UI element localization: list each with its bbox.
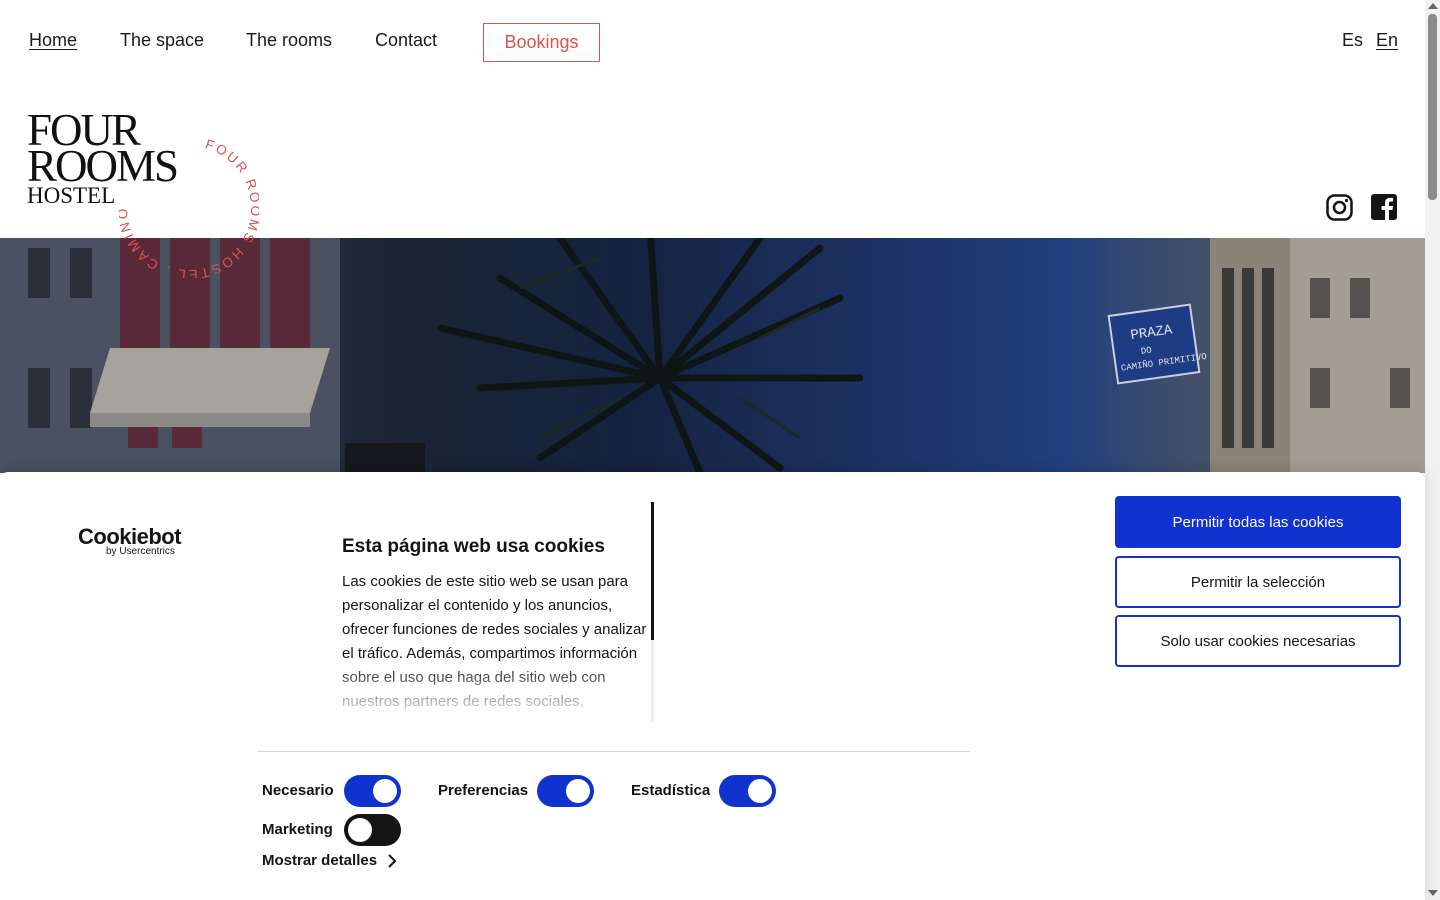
toggle-label-estadistica: Estadística <box>631 782 711 799</box>
cookie-text-scrollbar[interactable] <box>651 502 654 722</box>
nav-the-space[interactable]: The space <box>120 30 204 51</box>
cookie-consent-banner: Cookiebot by Usercentrics Esta página we… <box>0 472 1425 900</box>
logo-stamp-text: FOUR ROOMS HOSTEL . CAMINO PRIMITIVO <box>119 138 259 278</box>
svg-text:FOUR ROOMS HOSTEL . CAMINO PRI: FOUR ROOMS HOSTEL . CAMINO PRIMITIVO <box>119 138 259 278</box>
cookie-text-scroll-thumb[interactable] <box>651 502 654 640</box>
scroll-up-icon[interactable] <box>1428 3 1438 9</box>
toggle-label-necesario: Necesario <box>262 782 334 799</box>
bookings-button[interactable]: Bookings <box>483 23 600 62</box>
language-es[interactable]: Es <box>1342 30 1363 51</box>
nav-the-rooms[interactable]: The rooms <box>246 30 332 51</box>
cookie-body-fade <box>342 662 647 722</box>
toggle-necesario[interactable] <box>344 775 401 807</box>
cookie-divider <box>257 751 970 752</box>
show-details-label: Mostrar detalles <box>262 852 378 869</box>
cookiebot-logo: Cookiebot by Usercentrics <box>78 524 182 557</box>
site-logo[interactable]: FOUR ROOMS HOSTEL FOUR ROOMS HOSTEL . CA… <box>27 108 267 282</box>
toggle-preferencias[interactable] <box>537 775 594 807</box>
page-scrollbar[interactable] <box>1425 0 1440 900</box>
scroll-down-icon[interactable] <box>1428 890 1438 896</box>
main-nav: Home The space The rooms Contact Booking… <box>0 0 1425 84</box>
nav-contact[interactable]: Contact <box>375 30 437 51</box>
language-en[interactable]: En <box>1376 30 1398 51</box>
toggle-label-preferencias: Preferencias <box>438 782 529 799</box>
svg-text:DO: DO <box>1140 345 1152 356</box>
cookiebot-brand-sub: by Usercentrics <box>106 546 175 557</box>
allow-selection-button[interactable]: Permitir la selección <box>1115 556 1401 608</box>
toggle-marketing[interactable] <box>344 814 401 846</box>
show-details-link[interactable]: Mostrar detalles <box>262 852 397 869</box>
instagram-icon[interactable] <box>1326 194 1353 221</box>
necessary-only-button[interactable]: Solo usar cookies necesarias <box>1115 615 1401 667</box>
cookie-title: Esta página web usa cookies <box>342 536 605 557</box>
nav-home[interactable]: Home <box>29 30 77 51</box>
scrollbar-thumb[interactable] <box>1428 14 1437 200</box>
chevron-right-icon <box>388 853 397 868</box>
toggle-label-marketing: Marketing <box>262 821 333 838</box>
toggle-estadistica[interactable] <box>719 775 776 807</box>
allow-all-cookies-button[interactable]: Permitir todas las cookies <box>1115 496 1401 548</box>
logo-stamp-circle: FOUR ROOMS HOSTEL . CAMINO PRIMITIVO <box>119 138 259 278</box>
facebook-icon[interactable] <box>1371 194 1398 221</box>
